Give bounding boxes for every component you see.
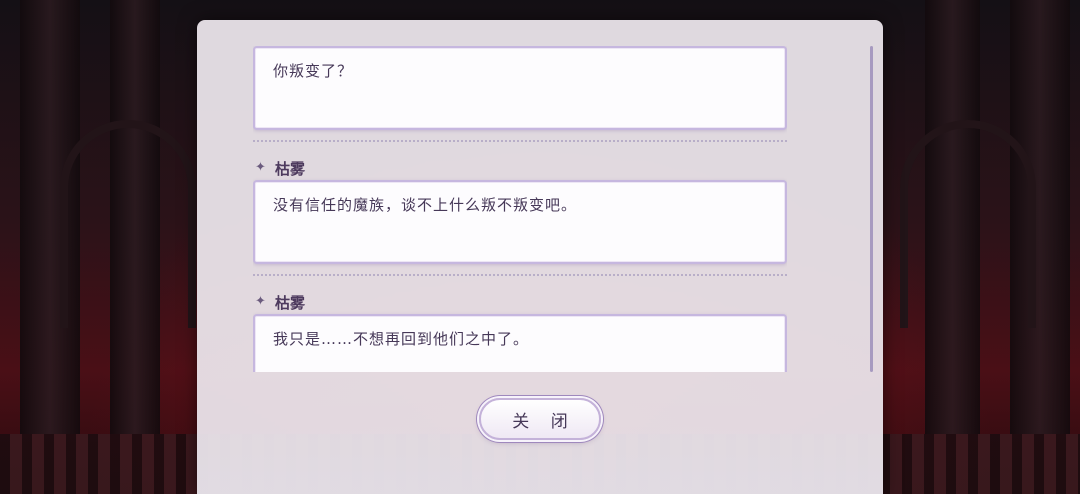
speaker-row: ✦ 枯雾 (255, 290, 787, 314)
sparkle-star-icon: ✦ (255, 294, 266, 309)
sparkle-star-icon: ✦ (255, 160, 266, 175)
log-scrollbar[interactable] (870, 46, 873, 372)
dialog-text-bubble: 没有信任的魔族，谈不上什么叛不叛变吧。 (253, 180, 787, 264)
dialog-entry: ✦ 枯雾 我只是……不想再回到他们之中了。 (253, 290, 787, 372)
background-arch (900, 120, 1036, 328)
speaker-name: 枯雾 (275, 159, 306, 178)
dialog-log-list[interactable]: 你叛变了？ ✦ 枯雾 没有信任的魔族，谈不上什么叛不叛变吧。 ✦ 枯雾 我只是…… (253, 46, 787, 372)
dialog-text-bubble: 你叛变了？ (253, 46, 787, 130)
entry-divider (253, 140, 787, 144)
background-arch (60, 120, 196, 328)
dialog-text-bubble: 我只是……不想再回到他们之中了。 (253, 314, 787, 372)
dialog-entry: ✦ 枯雾 没有信任的魔族，谈不上什么叛不叛变吧。 (253, 156, 787, 264)
speaker-name: 枯雾 (275, 293, 306, 312)
entry-divider (253, 274, 787, 278)
dialog-log-panel: 你叛变了？ ✦ 枯雾 没有信任的魔族，谈不上什么叛不叛变吧。 ✦ 枯雾 我只是…… (197, 20, 883, 494)
speaker-row: ✦ 枯雾 (255, 156, 787, 180)
dialog-entry: 你叛变了？ (253, 46, 787, 130)
close-button[interactable]: 关 闭 (479, 398, 601, 440)
